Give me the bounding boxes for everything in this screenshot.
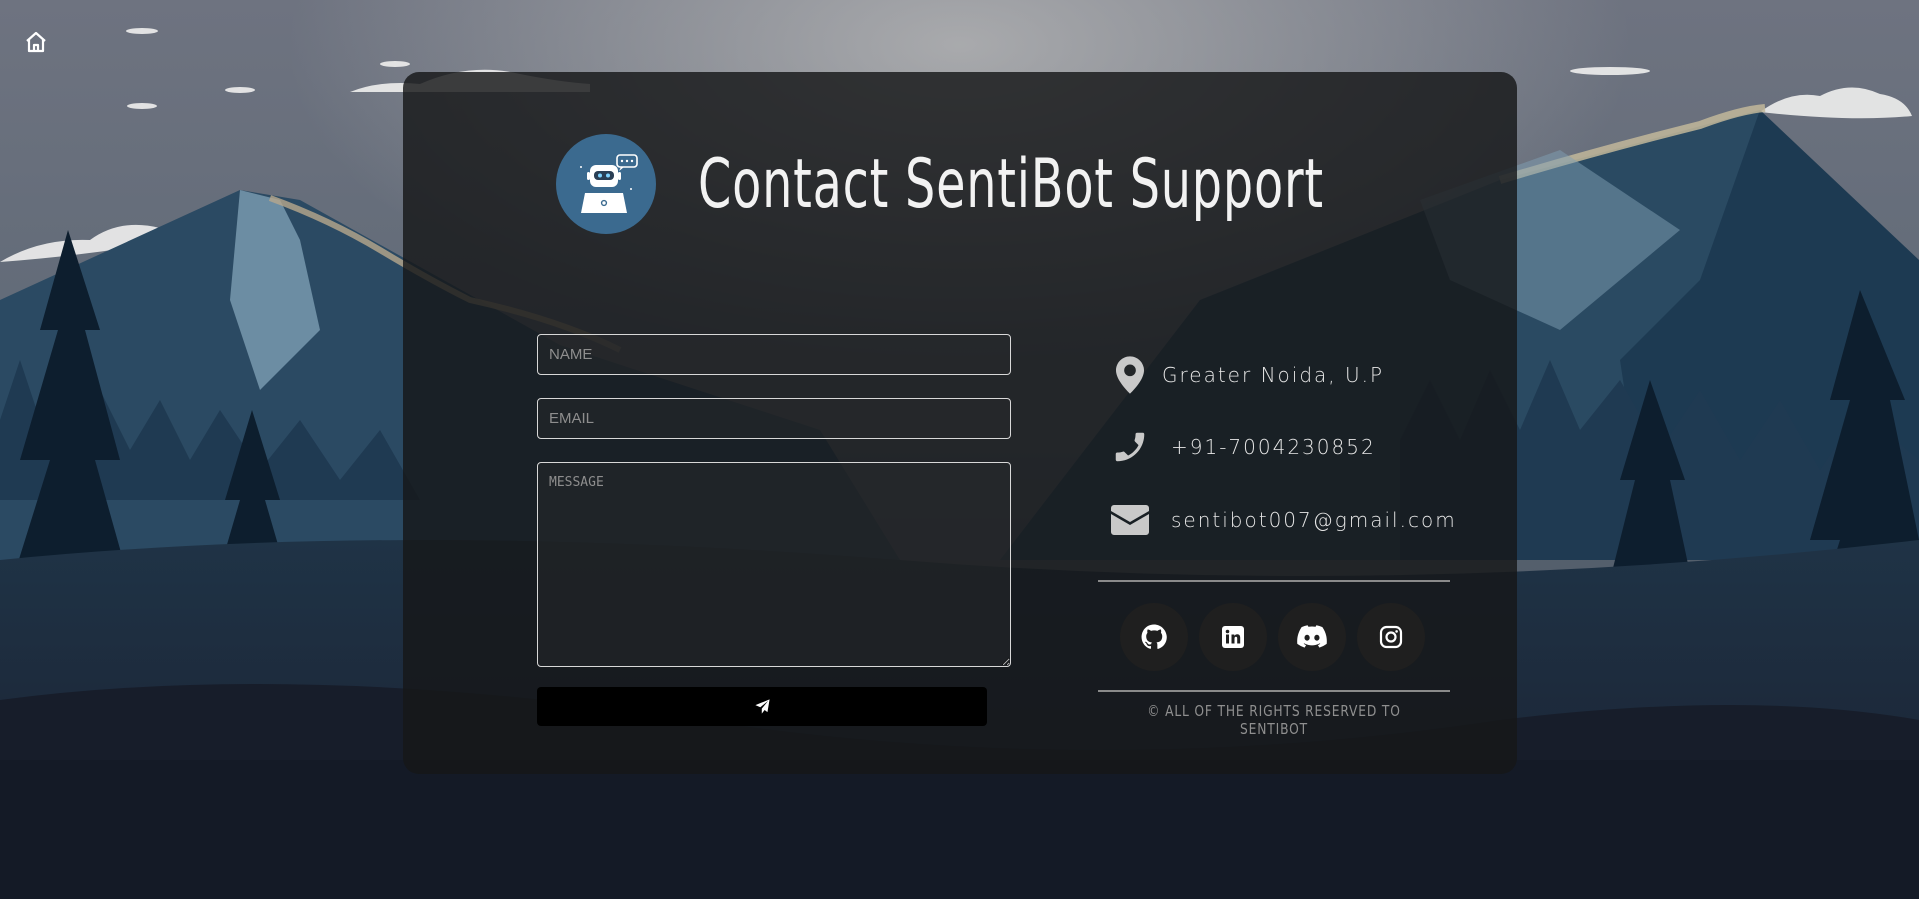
phone-text: +91-7004230852 — [1171, 435, 1376, 459]
location-text: Greater Noida, U.P — [1162, 363, 1385, 387]
paper-plane-icon — [754, 699, 770, 714]
email-input[interactable] — [537, 398, 1011, 439]
instagram-link[interactable] — [1357, 603, 1425, 671]
divider — [1098, 580, 1450, 582]
linkedin-link[interactable] — [1199, 603, 1267, 671]
divider — [1098, 690, 1450, 692]
discord-link[interactable] — [1278, 603, 1346, 671]
footer-copyright: © ALL OF THE RIGHTS RESERVED TO SENTIBOT — [1147, 702, 1401, 738]
github-link[interactable] — [1120, 603, 1188, 671]
contact-phone: +91-7004230852 — [1108, 427, 1376, 467]
contact-location: Greater Noida, U.P — [1108, 355, 1384, 395]
home-button[interactable] — [20, 26, 52, 58]
email-text: sentibot007@gmail.com — [1171, 508, 1457, 532]
discord-icon — [1297, 625, 1327, 648]
instagram-icon — [1379, 625, 1403, 649]
envelope-icon — [1108, 500, 1152, 540]
github-icon — [1141, 624, 1167, 649]
map-pin-icon — [1108, 355, 1152, 395]
social-links — [1120, 603, 1425, 671]
message-textarea[interactable] — [537, 462, 1011, 667]
contact-card: Contact SentiBot Support Greater Noida, … — [403, 72, 1517, 774]
send-button[interactable] — [537, 687, 987, 726]
card-header: Contact SentiBot Support — [556, 132, 1500, 236]
page-title: Contact SentiBot Support — [698, 144, 1324, 224]
phone-icon — [1108, 427, 1152, 467]
robot-laptop-icon — [556, 134, 656, 234]
name-input[interactable] — [537, 334, 1011, 375]
home-icon — [26, 31, 46, 53]
contact-email: sentibot007@gmail.com — [1108, 500, 1457, 540]
linkedin-icon — [1222, 626, 1244, 648]
